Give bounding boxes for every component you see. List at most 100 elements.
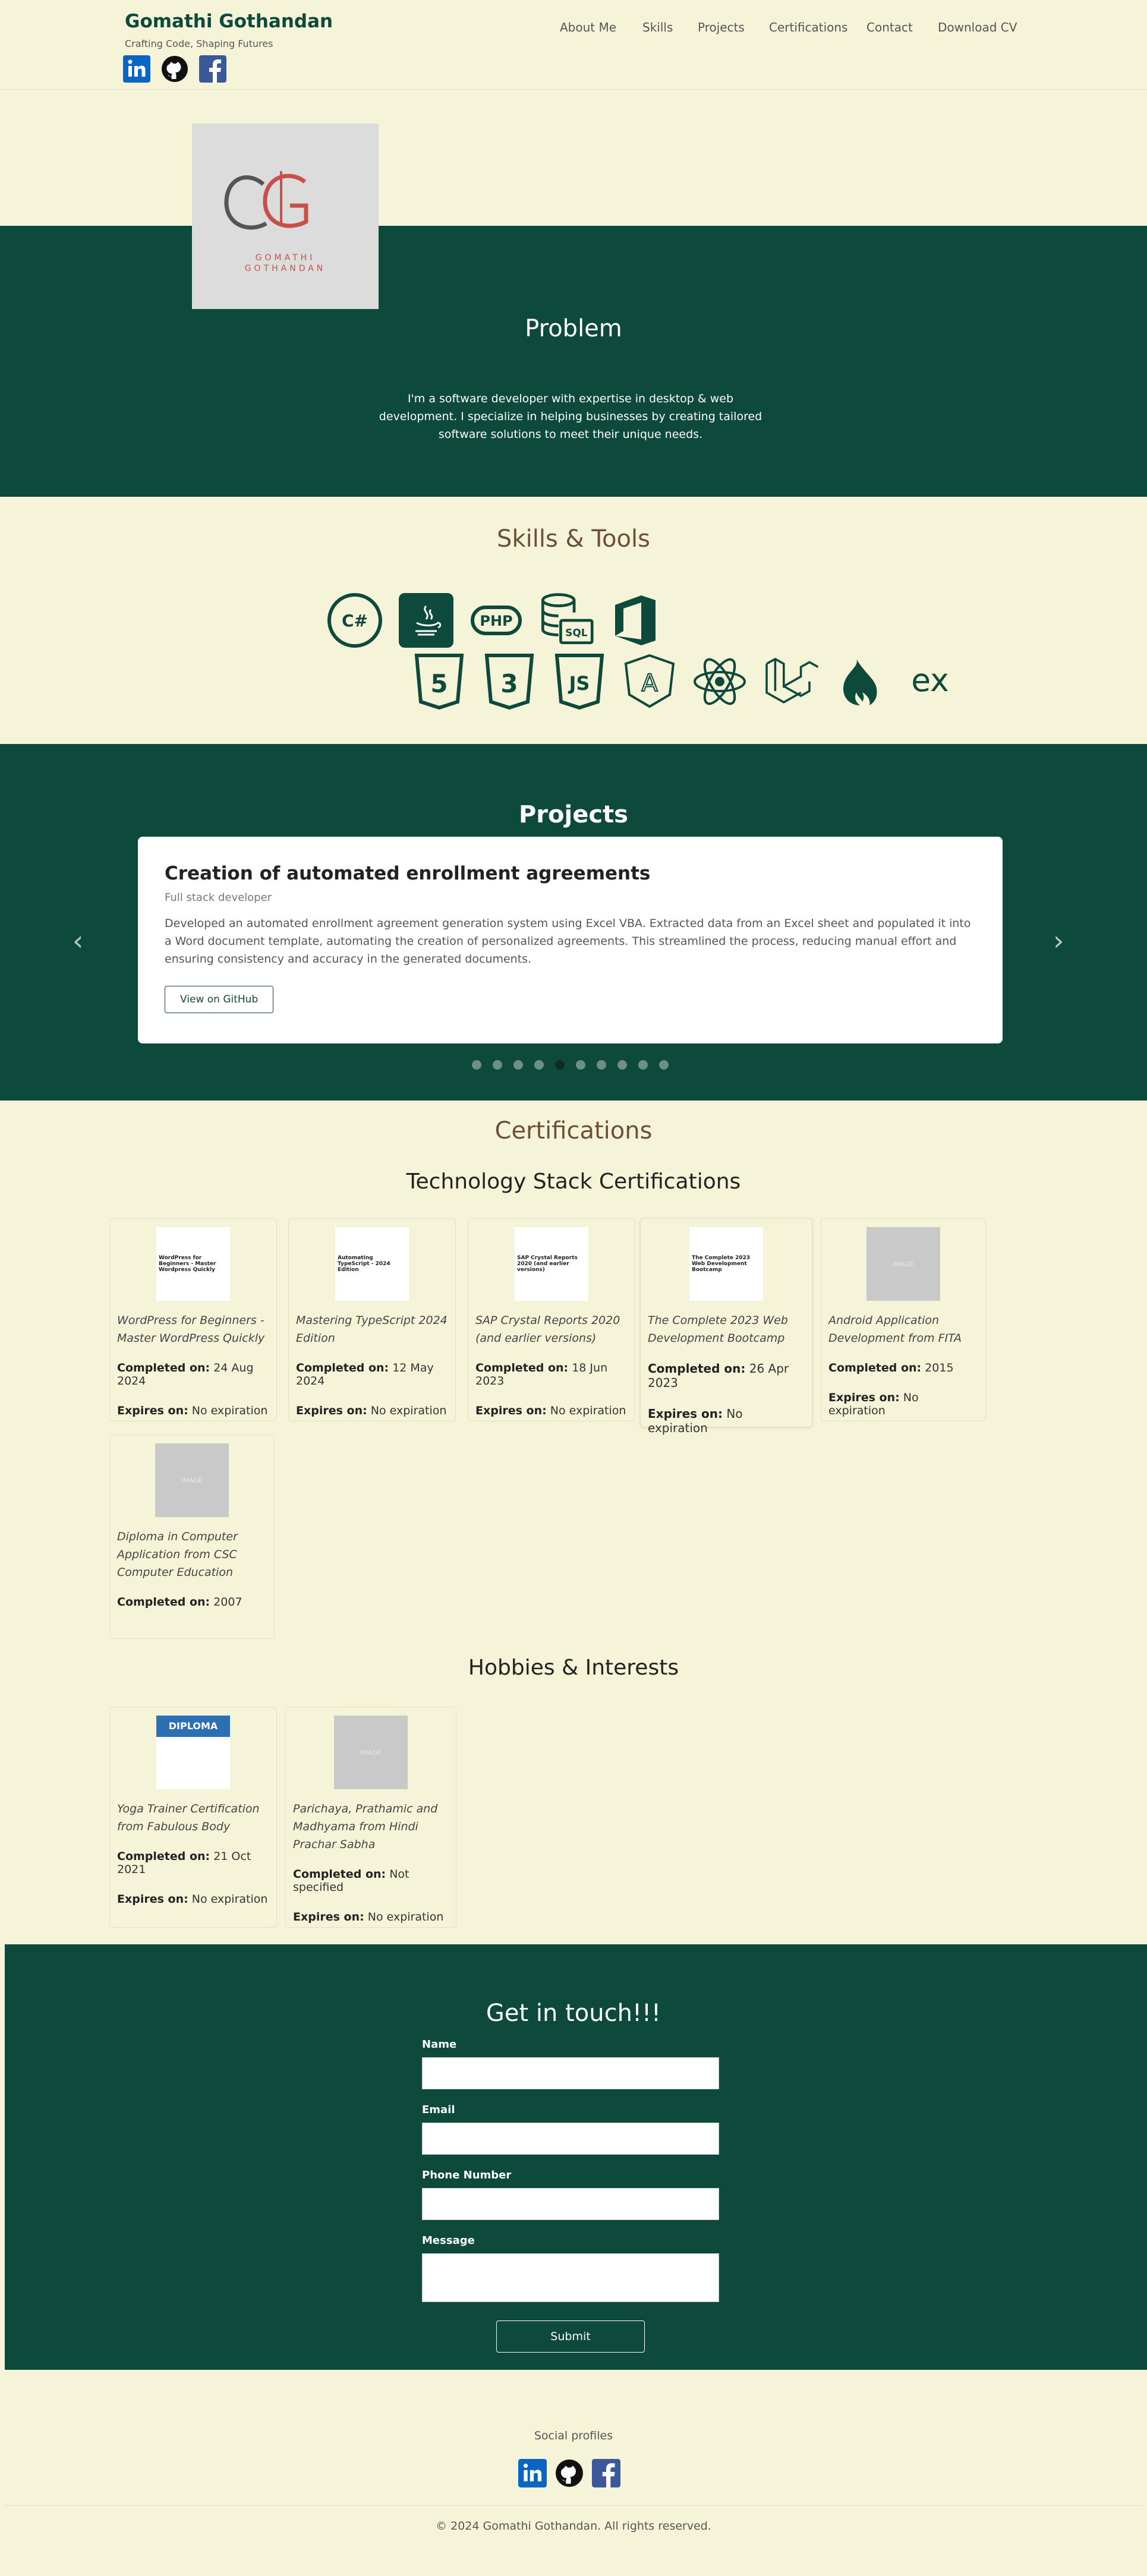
name-input[interactable] [422,2057,719,2089]
completed-label: Completed on: [296,1361,389,1374]
cert-card: SAP Crystal Reports 2020 (and earlier ve… [468,1218,635,1421]
expires-value: No expiration [370,1404,447,1417]
carousel-dot[interactable] [659,1060,669,1070]
cert-name: WordPress for Beginners - Master WordPre… [117,1314,265,1345]
carousel-dot[interactable] [597,1060,606,1070]
header-divider [0,89,1147,90]
contact-title: Get in touch!!! [486,2000,661,2027]
completed-label: Completed on: [293,1868,386,1881]
github-icon[interactable] [160,55,189,83]
skills-title: Skills & Tools [497,525,650,553]
cert-card: The Complete 2023 Web Development Bootca… [640,1218,812,1435]
carousel-dot[interactable] [493,1060,502,1070]
carousel-dot[interactable] [638,1060,648,1070]
facebook-icon[interactable] [198,55,227,83]
project-role: Full stack developer [165,891,272,904]
copyright-text: © 2024 Gomathi Gothandan. All rights res… [436,2520,711,2533]
phone-label: Phone Number [422,2169,512,2181]
nav-certifications[interactable]: Certifications [769,20,847,34]
angular-icon: A [620,652,679,711]
nav-about[interactable]: About Me [560,20,616,34]
github-icon[interactable] [555,2459,584,2487]
cert-thumbnail: DIPLOMA [156,1716,230,1789]
expires-value: No expiration [191,1893,268,1906]
completed-label: Completed on: [828,1361,922,1374]
cert-name: Parichaya, Prathamic and Madhyama from H… [293,1802,438,1851]
svg-text:JS: JS [568,672,590,695]
projects-title: Projects [518,801,628,828]
expires-label: Expires on: [648,1407,723,1421]
svg-text:A: A [641,670,658,697]
cert-thumbnail: Automating TypeScript - 2024 Edition [335,1227,409,1301]
completed-date: 2015 [925,1361,954,1374]
placeholder-image-icon: IMAGE [155,1443,229,1517]
cert-name: Mastering TypeScript 2024 Edition [296,1314,448,1345]
footer-social-label: Social profiles [534,2429,613,2442]
sql-icon: SQL [536,591,594,649]
nav-skills[interactable]: Skills [642,20,673,34]
css3-icon: 3 [480,652,538,711]
completed-label: Completed on: [648,1361,746,1376]
carousel-dot[interactable] [513,1060,523,1070]
hobby-card: IMAGE Parichaya, Prathamic and Madhyama … [285,1707,456,1928]
react-icon [691,652,749,711]
expires-label: Expires on: [828,1391,900,1404]
brand-name[interactable]: Gomathi Gothandan [125,11,333,32]
carousel-prev-icon[interactable]: ‹ [73,925,83,957]
carousel-dot[interactable] [617,1060,627,1070]
completed-label: Completed on: [117,1850,210,1863]
nav-projects[interactable]: Projects [698,20,745,34]
csharp-icon: C# [326,591,384,649]
carousel-next-icon[interactable]: › [1053,925,1064,957]
expires-value: No expiration [191,1404,268,1417]
cert-thumbnail: The Complete 2023 Web Development Bootca… [689,1227,763,1301]
svg-text:ex: ex [911,661,949,699]
office-icon [606,591,664,649]
carousel-dot[interactable] [555,1060,565,1070]
nav-download-cv[interactable]: Download CV [938,20,1017,34]
cert-name: SAP Crystal Reports 2020 (and earlier ve… [475,1314,620,1345]
hobbies-title: Hobbies & Interests [468,1656,679,1680]
tagline: Crafting Code, Shaping Futures [125,38,273,49]
email-input[interactable] [422,2123,719,2155]
completed-label: Completed on: [117,1596,210,1609]
svg-text:SQL: SQL [565,626,588,638]
name-label: Name [422,2038,457,2051]
javascript-icon: JS [550,652,609,711]
logo-text-1: GOMATHI [256,253,316,263]
email-label: Email [422,2104,455,2116]
cert-card: Automating TypeScript - 2024 Edition Mas… [288,1218,456,1421]
linkedin-icon[interactable] [122,55,151,83]
tech-certifications-title: Technology Stack Certifications [406,1169,741,1194]
expires-value: No expiration [550,1404,626,1417]
html5-icon: 5 [410,652,468,711]
svg-text:3: 3 [500,669,518,698]
linkedin-icon[interactable] [518,2459,547,2487]
expires-label: Expires on: [293,1910,364,1924]
expires-label: Expires on: [117,1893,188,1906]
message-textarea[interactable] [422,2253,719,2302]
completed-label: Completed on: [117,1361,210,1374]
phone-input[interactable] [422,2188,719,2220]
laravel-icon [761,652,819,711]
submit-button[interactable]: Submit [496,2320,645,2353]
placeholder-image-icon: IMAGE [866,1227,940,1301]
project-card: Creation of automated enrollment agreeme… [138,837,1003,1043]
php-icon: PHP [467,591,525,649]
facebook-icon[interactable] [592,2459,620,2487]
hero-title: Problem [525,315,622,342]
nav-contact[interactable]: Contact [866,20,913,34]
expires-label: Expires on: [117,1404,188,1417]
project-title: Creation of automated enrollment agreeme… [165,863,651,884]
cert-thumbnail: WordPress for Beginners - Master Wordpre… [156,1227,230,1301]
carousel-dot[interactable] [576,1060,585,1070]
view-on-github-button[interactable]: View on GitHub [165,986,274,1013]
hero-intro: I'm a software developer with expertise … [379,392,762,441]
profile-logo: GOMATHI GOTHANDAN [192,124,379,309]
carousel-dot[interactable] [472,1060,481,1070]
carousel-dot[interactable] [534,1060,544,1070]
cert-card: WordPress for Beginners - Master Wordpre… [109,1218,277,1421]
cert-card: IMAGE Diploma in Computer Application fr… [109,1434,275,1639]
codeigniter-icon [831,652,889,711]
svg-text:5: 5 [430,669,448,698]
